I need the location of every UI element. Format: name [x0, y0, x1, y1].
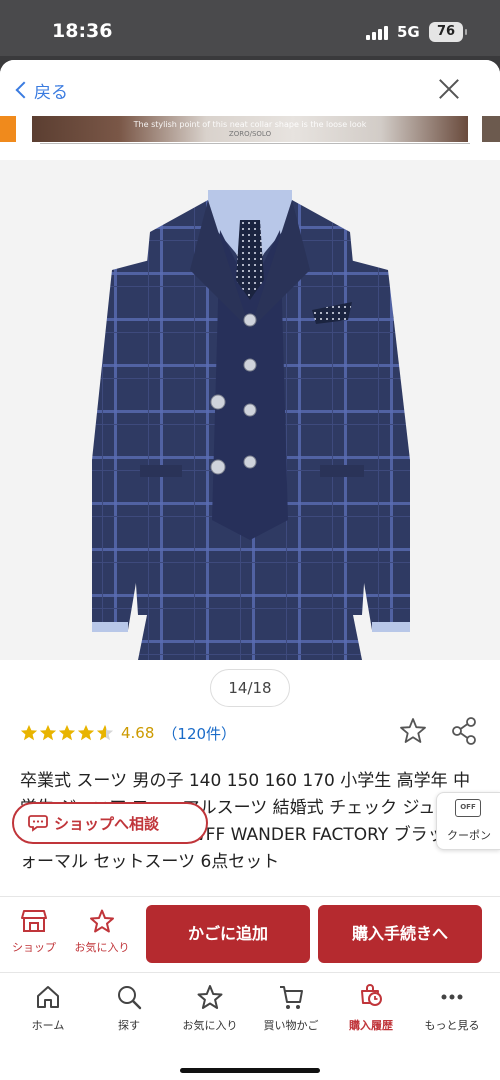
nav-more[interactable]: もっと見る	[412, 983, 492, 1043]
cart-icon	[280, 986, 303, 1009]
checkout-button[interactable]: 購入手続きへ	[318, 905, 482, 963]
battery-icon: 76	[429, 22, 467, 42]
image-counter: 14/18	[210, 669, 290, 707]
chevron-left-icon	[15, 81, 33, 99]
nav-history[interactable]: 購入履歴	[331, 983, 411, 1043]
sheet-header: 戻る	[0, 60, 500, 116]
status-bar: 18:36 5G 76	[0, 0, 500, 56]
shop-consult-label: ショップへ相談	[54, 814, 160, 833]
favorite-button[interactable]: お気に入り	[72, 905, 132, 961]
nav-more-label: もっと見る	[424, 1019, 480, 1032]
coupon-label: クーポン	[447, 829, 491, 842]
coupon-ticket-icon: OFF	[455, 799, 481, 817]
share-icon[interactable]	[450, 716, 478, 746]
bottom-nav: ホーム 探す お気に入り 買い物かご 購入履歴 もっと見る	[0, 972, 500, 1080]
star-icon	[77, 724, 95, 741]
chat-icon	[28, 815, 48, 832]
history-icon	[361, 984, 382, 1006]
product-image[interactable]	[0, 160, 500, 660]
shop-button[interactable]: ショップ	[4, 905, 64, 961]
nav-history-label: 購入履歴	[349, 1019, 393, 1032]
star-outline-icon	[90, 909, 114, 933]
action-bar: ショップ お気に入り かごに追加 購入手続きへ	[0, 896, 500, 970]
more-icon	[441, 994, 463, 1000]
home-icon	[37, 986, 59, 1008]
review-count-link[interactable]: （120件）	[162, 723, 236, 744]
nav-home-label: ホーム	[31, 1019, 65, 1032]
shop-label: ショップ	[12, 941, 56, 954]
rating-row[interactable]: 4.68 （120件）	[20, 720, 236, 746]
nav-search-label: 探す	[118, 1019, 140, 1032]
coupon-tab[interactable]: OFF クーポン	[436, 792, 500, 850]
promo-banner[interactable]: The stylish point of this neat collar sh…	[0, 116, 500, 146]
star-icon	[20, 724, 38, 741]
suit-illustration	[92, 190, 410, 660]
home-indicator	[180, 1068, 320, 1073]
star-icon	[58, 724, 76, 741]
nav-favorites-label: お気に入り	[182, 1019, 238, 1032]
nav-home[interactable]: ホーム	[8, 983, 88, 1043]
add-to-cart-button[interactable]: かごに追加	[146, 905, 310, 963]
nav-favorites[interactable]: お気に入り	[170, 983, 250, 1043]
star-half-icon	[96, 724, 114, 741]
back-label: 戻る	[34, 82, 68, 103]
banner-photo-edge	[482, 116, 500, 142]
product-sheet: 戻る The stylish point of this neat collar…	[0, 60, 500, 1080]
back-button[interactable]: 戻る	[14, 76, 68, 104]
search-icon	[118, 986, 142, 1010]
favorite-star-icon[interactable]	[398, 716, 428, 746]
close-icon[interactable]	[434, 74, 464, 104]
rating-stars	[20, 724, 115, 742]
shop-icon	[21, 910, 47, 932]
star-icon	[197, 985, 223, 1009]
banner-sub-caption: ZORO/SOLO	[228, 130, 272, 138]
banner-accent	[0, 116, 16, 142]
banner-divider	[40, 143, 470, 144]
banner-caption: The stylish point of this neat collar sh…	[133, 120, 367, 129]
favorite-label: お気に入り	[74, 941, 130, 954]
nav-cart[interactable]: 買い物かご	[251, 983, 331, 1043]
nav-cart-label: 買い物かご	[263, 1019, 319, 1032]
shop-consult-button[interactable]: ショップへ相談	[12, 802, 208, 844]
signal-icon	[366, 26, 390, 40]
nav-search[interactable]: 探す	[89, 983, 169, 1043]
status-time: 18:36	[52, 20, 113, 42]
rating-value: 4.68	[121, 724, 155, 742]
star-icon	[39, 724, 57, 741]
network-type: 5G	[397, 23, 420, 41]
